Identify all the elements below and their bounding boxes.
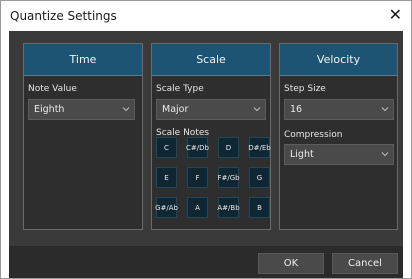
compression-selected: Light — [290, 149, 314, 160]
velocity-panel: Velocity Step Size 16 Compression Light — [279, 43, 398, 230]
chevron-down-icon — [381, 107, 389, 112]
scale-type-selected: Major — [162, 104, 189, 115]
time-panel: Time Note Value Eighth — [23, 43, 143, 230]
note-button[interactable]: F — [187, 167, 208, 188]
chevron-down-icon — [122, 107, 130, 112]
note-button[interactable]: F#/Gb — [217, 167, 240, 188]
step-size-label: Step Size — [284, 84, 326, 94]
note-button[interactable]: D#/Eb — [248, 137, 271, 158]
note-value-dropdown[interactable]: Eighth — [28, 99, 135, 120]
dialog-footer: OK Cancel — [9, 246, 403, 278]
scale-type-dropdown[interactable]: Major — [156, 99, 266, 120]
note-button[interactable]: G#/Ab — [155, 197, 178, 218]
note-button[interactable]: C — [156, 137, 177, 158]
dialog-body: Time Note Value Eighth Scale Scale Type … — [9, 31, 403, 246]
cancel-button[interactable]: Cancel — [332, 253, 398, 274]
note-button[interactable]: A#/Bb — [217, 197, 240, 218]
note-value-selected: Eighth — [34, 104, 65, 115]
note-button[interactable]: G — [249, 167, 270, 188]
note-button[interactable]: D — [218, 137, 239, 158]
note-button[interactable]: C#/Db — [186, 137, 209, 158]
close-icon[interactable]: ✕ — [389, 6, 402, 24]
scale-panel-header: Scale — [152, 44, 270, 76]
chevron-down-icon — [381, 152, 389, 157]
note-button[interactable]: E — [156, 167, 177, 188]
chevron-down-icon — [253, 107, 261, 112]
step-size-dropdown[interactable]: 16 — [284, 99, 394, 120]
compression-label: Compression — [284, 130, 343, 140]
velocity-panel-header: Velocity — [280, 44, 397, 76]
window-title: Quantize Settings — [10, 9, 117, 23]
ok-button[interactable]: OK — [258, 253, 324, 274]
title-bar: Quantize Settings ✕ — [1, 1, 411, 31]
scale-panel: Scale Scale Type Major Scale Notes C C#/… — [151, 43, 271, 230]
compression-dropdown[interactable]: Light — [284, 144, 394, 165]
quantize-settings-dialog: Quantize Settings ✕ Time Note Value Eigh… — [0, 0, 412, 279]
note-button[interactable]: B — [249, 197, 270, 218]
time-panel-header: Time — [24, 44, 142, 76]
note-button[interactable]: A — [187, 197, 208, 218]
step-size-selected: 16 — [290, 104, 303, 115]
scale-type-label: Scale Type — [156, 84, 204, 94]
note-value-label: Note Value — [28, 84, 77, 94]
